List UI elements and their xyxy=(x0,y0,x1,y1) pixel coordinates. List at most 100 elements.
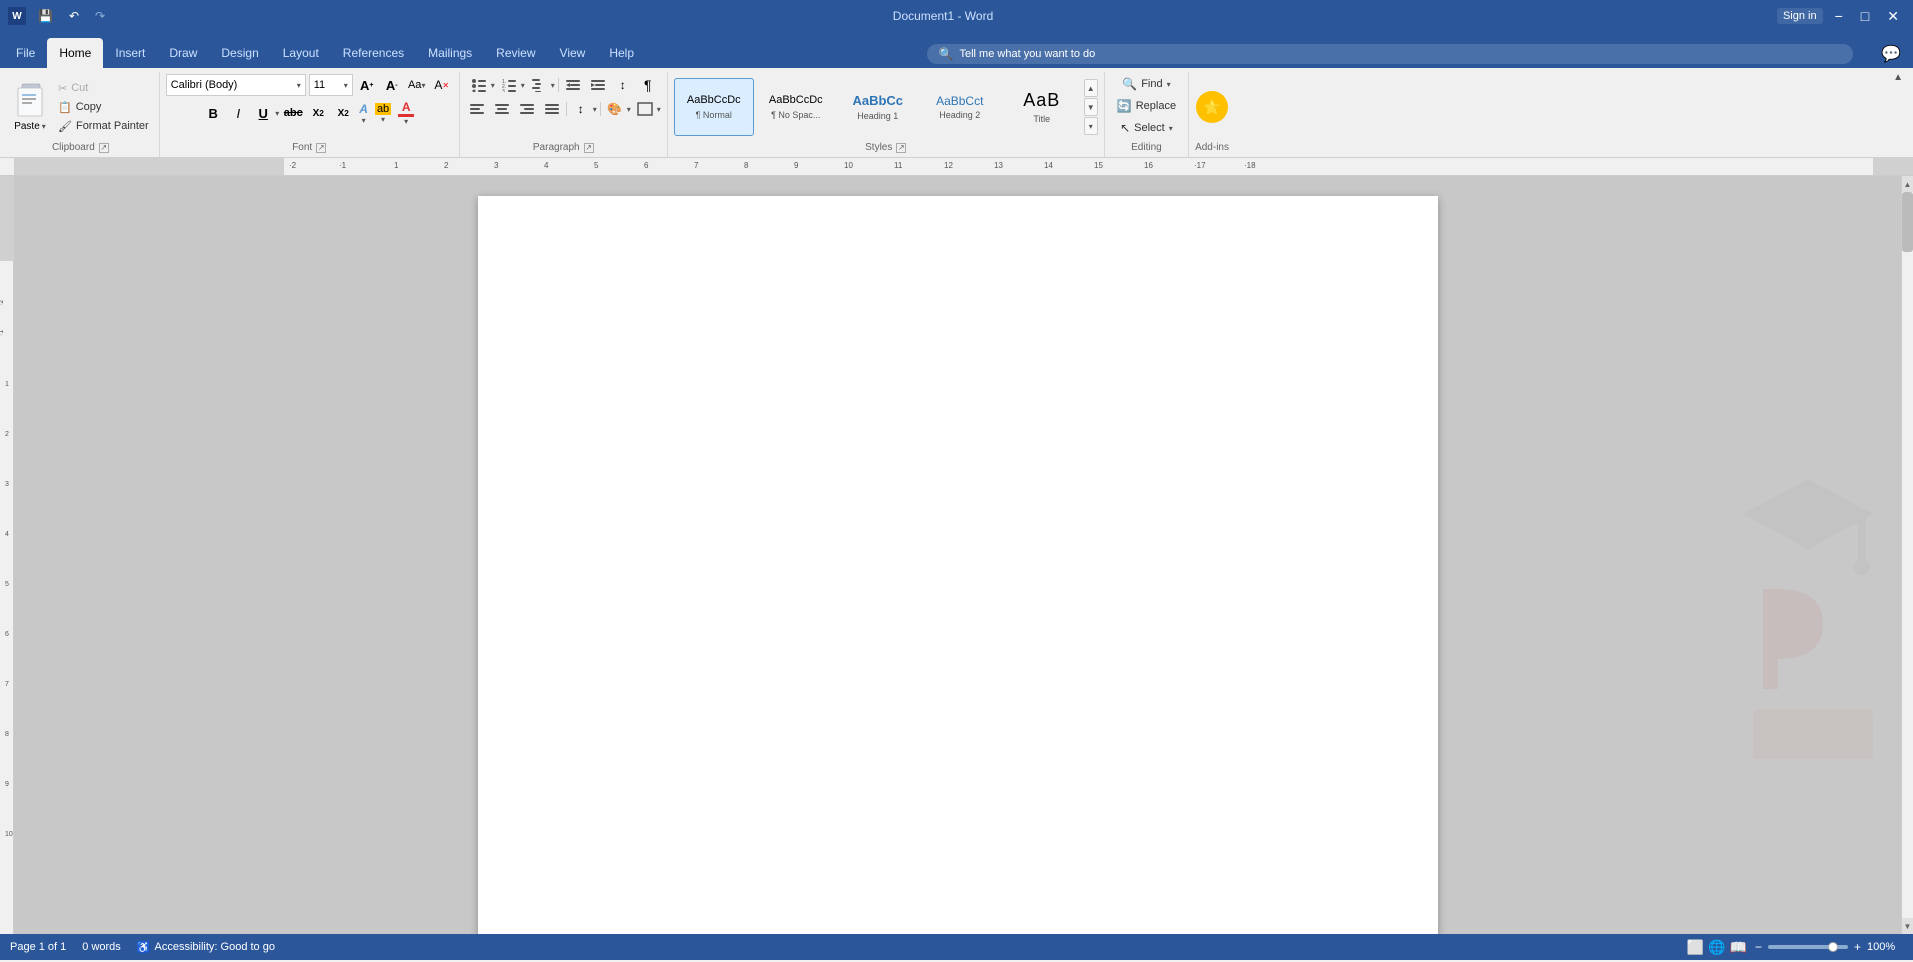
ribbon-collapse-button[interactable]: ▲ xyxy=(1885,72,1911,157)
svg-text:7: 7 xyxy=(694,161,699,170)
superscript-button[interactable]: X2 xyxy=(332,102,354,124)
multilevel-button[interactable] xyxy=(528,74,550,96)
scrollbar-up-arrow[interactable]: ▲ xyxy=(1902,176,1913,192)
web-layout-btn[interactable]: 🌐 xyxy=(1708,939,1725,956)
copy-icon: 📋 xyxy=(58,101,72,114)
scrollbar-track[interactable] xyxy=(1902,192,1913,918)
font-shrink-button[interactable]: A- xyxy=(381,74,403,96)
borders-dropdown[interactable]: ▾ xyxy=(657,105,661,114)
show-marks-button[interactable]: ¶ xyxy=(637,74,659,96)
find-button[interactable]: 🔍 Find ▾ xyxy=(1116,74,1176,94)
underline-dropdown[interactable]: ▾ xyxy=(275,109,279,118)
svg-text:15: 15 xyxy=(1094,161,1103,170)
scrollbar-thumb[interactable] xyxy=(1902,192,1913,252)
align-left-button[interactable] xyxy=(466,98,488,120)
document-area[interactable] xyxy=(14,176,1901,934)
underline-button[interactable]: U xyxy=(252,102,274,124)
decrease-indent-button[interactable] xyxy=(562,74,584,96)
bold-button[interactable]: B xyxy=(202,102,224,124)
style-no-space[interactable]: AaBbCcDc ¶ No Spac... xyxy=(756,78,836,136)
zoom-slider[interactable] xyxy=(1768,945,1848,949)
style-title[interactable]: AaB Title xyxy=(1002,78,1082,136)
read-mode-btn[interactable]: 📖 xyxy=(1730,939,1747,956)
minimize-btn[interactable]: − xyxy=(1829,6,1849,26)
styles-expand-icon[interactable]: ↗ xyxy=(896,143,906,153)
style-heading2[interactable]: AaBbCct Heading 2 xyxy=(920,78,1000,136)
clear-formatting-button[interactable]: A✕ xyxy=(431,74,453,96)
increase-indent-button[interactable] xyxy=(587,74,609,96)
numbering-dropdown[interactable]: ▾ xyxy=(521,81,525,90)
accessibility-status[interactable]: ♿ Accessibility: Good to go xyxy=(137,941,275,954)
copy-button[interactable]: 📋 Copy xyxy=(54,99,153,116)
tab-help[interactable]: Help xyxy=(597,38,646,68)
tab-mailings[interactable]: Mailings xyxy=(416,38,484,68)
scrollbar-down-arrow[interactable]: ▼ xyxy=(1902,918,1913,934)
ruler-body[interactable]: ·2·1 12 34 56 78 910 1112 1314 1516 ·17·… xyxy=(284,158,1873,175)
paragraph-expand-icon[interactable]: ↗ xyxy=(584,143,594,153)
save-quick-btn[interactable]: 💾 xyxy=(34,7,57,25)
styles-scroll-up[interactable]: ▲ xyxy=(1084,79,1098,97)
font-size-select[interactable]: 11 ▾ xyxy=(309,74,353,96)
addins-icon[interactable]: ⭐ xyxy=(1196,91,1228,123)
status-left: Page 1 of 1 0 words ♿ Accessibility: Goo… xyxy=(10,941,275,954)
line-spacing-dropdown[interactable]: ▾ xyxy=(593,105,597,114)
justify-button[interactable] xyxy=(541,98,563,120)
subscript-button[interactable]: X2 xyxy=(307,102,329,124)
tab-view[interactable]: View xyxy=(548,38,598,68)
format-painter-button[interactable]: 🖌 Format Painter xyxy=(54,118,153,135)
font-expand-icon[interactable]: ↗ xyxy=(316,143,326,153)
redo-quick-btn[interactable]: ↷ xyxy=(91,7,109,25)
borders-button[interactable] xyxy=(634,98,656,120)
highlight-button[interactable]: ab ▾ xyxy=(373,102,393,125)
bullets-dropdown[interactable]: ▾ xyxy=(491,81,495,90)
document-page[interactable] xyxy=(478,196,1438,934)
tab-insert[interactable]: Insert xyxy=(103,38,157,68)
select-button[interactable]: ↖ Select ▾ xyxy=(1114,118,1179,138)
close-btn[interactable]: ✕ xyxy=(1881,6,1905,27)
tell-me-searchbar[interactable]: 🔍 Tell me what you want to do xyxy=(927,44,1854,64)
sort-button[interactable]: ↕ xyxy=(612,74,634,96)
cut-button[interactable]: ✂ Cut xyxy=(54,80,153,97)
tab-draw[interactable]: Draw xyxy=(157,38,209,68)
undo-quick-btn[interactable]: ↶ xyxy=(65,7,83,25)
italic-button[interactable]: I xyxy=(227,102,249,124)
font-grow-button[interactable]: A+ xyxy=(356,74,378,96)
zoom-in-btn[interactable]: + xyxy=(1854,940,1861,954)
print-layout-btn[interactable]: ⬜ xyxy=(1687,939,1704,956)
align-center-button[interactable] xyxy=(491,98,513,120)
align-right-button[interactable] xyxy=(516,98,538,120)
tab-file[interactable]: File xyxy=(4,38,47,68)
zoom-out-btn[interactable]: − xyxy=(1755,940,1762,954)
strikethrough-button[interactable]: abc xyxy=(282,102,304,124)
restore-btn[interactable]: □ xyxy=(1855,6,1875,26)
styles-expand[interactable]: ▾ xyxy=(1084,117,1098,135)
bullets-button[interactable] xyxy=(468,74,490,96)
vertical-scrollbar[interactable]: ▲ ▼ xyxy=(1901,176,1913,934)
tab-references[interactable]: References xyxy=(331,38,416,68)
tab-home[interactable]: Home xyxy=(47,38,103,68)
shading-dropdown[interactable]: ▾ xyxy=(627,105,631,114)
style-heading1[interactable]: AaBbCc Heading 1 xyxy=(838,78,918,136)
tab-design[interactable]: Design xyxy=(209,38,270,68)
font-color-button[interactable]: A ▾ xyxy=(396,99,416,127)
replace-button[interactable]: 🔄 Replace xyxy=(1111,96,1182,116)
comments-icon[interactable]: 💬 xyxy=(1873,40,1909,68)
text-effects-button[interactable]: A ▾ xyxy=(357,101,370,126)
line-spacing-button[interactable]: ↕ xyxy=(570,98,592,120)
find-dropdown[interactable]: ▾ xyxy=(1167,80,1171,89)
zoom-level[interactable]: 100% xyxy=(1867,941,1903,953)
shading-button[interactable]: 🎨 xyxy=(604,98,626,120)
font-name-select[interactable]: Calibri (Body) ▾ xyxy=(166,74,306,96)
numbering-button[interactable]: 1.2.3. xyxy=(498,74,520,96)
user-account-btn[interactable]: Sign in xyxy=(1777,8,1823,24)
font-case-button[interactable]: Aa▾ xyxy=(406,74,428,96)
select-dropdown[interactable]: ▾ xyxy=(1169,124,1173,133)
tab-review[interactable]: Review xyxy=(484,38,547,68)
clipboard-expand-icon[interactable]: ↗ xyxy=(99,143,109,153)
zoom-thumb[interactable] xyxy=(1828,942,1838,952)
style-normal[interactable]: AaBbCcDc ¶ Normal xyxy=(674,78,754,136)
styles-scroll-down[interactable]: ▼ xyxy=(1084,98,1098,116)
paste-button[interactable]: Paste ▾ xyxy=(8,80,52,134)
multilevel-dropdown[interactable]: ▾ xyxy=(551,81,555,90)
tab-layout[interactable]: Layout xyxy=(271,38,331,68)
